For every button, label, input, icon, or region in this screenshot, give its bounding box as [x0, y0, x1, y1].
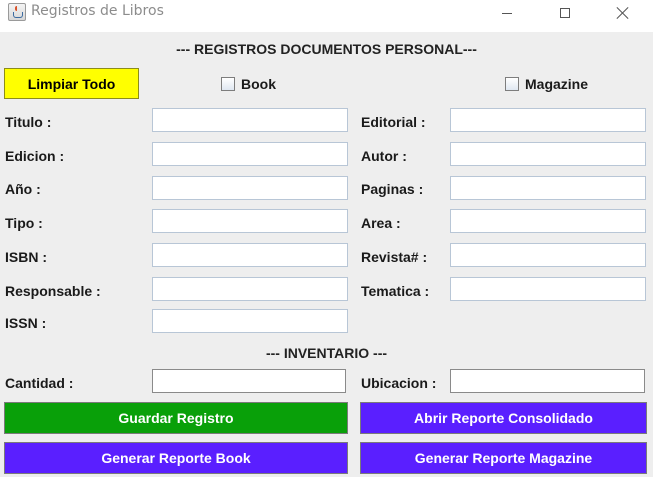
minimize-button[interactable] [484, 0, 530, 26]
autor-field[interactable] [450, 142, 646, 166]
tematica-label: Tematica : [361, 283, 430, 299]
ubicacion-label: Ubicacion : [361, 375, 437, 391]
issn-field[interactable] [152, 309, 348, 333]
magazine-checkbox[interactable]: Magazine [505, 76, 588, 92]
cantidad-label: Cantidad : [5, 375, 74, 391]
revista-field[interactable] [450, 243, 646, 267]
ubicacion-field[interactable] [450, 369, 645, 393]
isbn-label: ISBN : [5, 249, 47, 265]
open-consolidated-report-button[interactable]: Abrir Reporte Consolidado [360, 402, 647, 434]
edicion-field[interactable] [152, 142, 348, 166]
issn-label: ISSN : [5, 315, 47, 331]
anio-label: Año : [5, 181, 41, 197]
title-bar: Registros de Libros [0, 0, 653, 32]
close-button[interactable] [600, 0, 646, 26]
titulo-label: Titulo : [5, 114, 52, 130]
book-checkbox[interactable]: Book [221, 76, 276, 92]
checkbox-box[interactable] [505, 77, 519, 91]
tipo-field[interactable] [152, 209, 348, 233]
generate-magazine-report-button[interactable]: Generar Reporte Magazine [360, 442, 647, 474]
isbn-field[interactable] [152, 243, 348, 267]
minimize-icon [502, 12, 512, 14]
save-record-button[interactable]: Guardar Registro [4, 402, 348, 434]
form-header: --- REGISTROS DOCUMENTOS PERSONAL--- [176, 41, 477, 57]
responsable-field[interactable] [152, 277, 348, 301]
edicion-label: Edicion : [5, 148, 65, 164]
autor-label: Autor : [361, 148, 407, 164]
checkbox-box[interactable] [221, 77, 235, 91]
book-checkbox-label: Book [241, 76, 276, 92]
revista-label: Revista# : [361, 249, 428, 265]
cantidad-field[interactable] [152, 369, 346, 393]
area-field[interactable] [450, 209, 646, 233]
paginas-field[interactable] [450, 176, 646, 200]
maximize-button[interactable] [542, 0, 588, 26]
generate-book-report-button[interactable]: Generar Reporte Book [4, 442, 348, 474]
tematica-field[interactable] [450, 277, 646, 301]
titulo-field[interactable] [152, 108, 348, 132]
editorial-label: Editorial : [361, 114, 426, 130]
clear-all-button[interactable]: Limpiar Todo [4, 68, 139, 99]
area-label: Area : [361, 215, 401, 231]
paginas-label: Paginas : [361, 181, 424, 197]
close-icon [617, 7, 629, 19]
magazine-checkbox-label: Magazine [525, 76, 589, 92]
anio-field[interactable] [152, 176, 348, 200]
responsable-label: Responsable : [5, 283, 101, 299]
window-title: Registros de Libros [31, 3, 164, 19]
java-app-icon [8, 3, 26, 21]
editorial-field[interactable] [450, 108, 646, 132]
inventory-header: --- INVENTARIO --- [265, 345, 388, 361]
tipo-label: Tipo : [5, 215, 43, 231]
maximize-icon [560, 8, 570, 18]
